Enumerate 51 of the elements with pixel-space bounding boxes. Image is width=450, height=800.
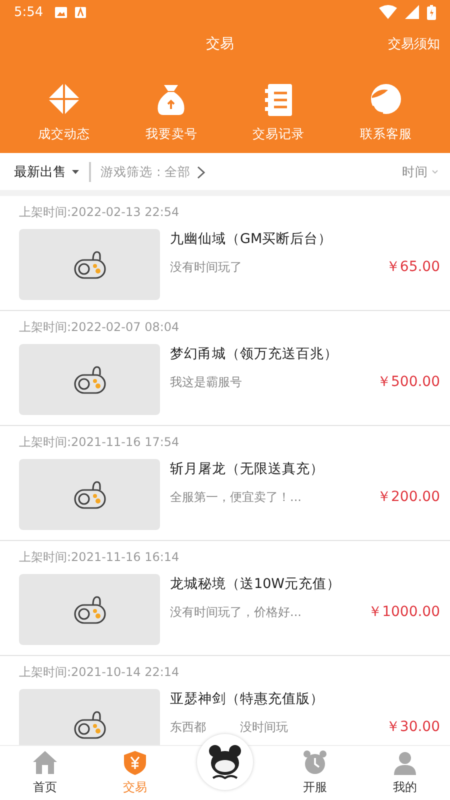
time-sort-dropdown[interactable]: 时间	[402, 164, 438, 180]
nav-tab[interactable]: 开服	[270, 746, 360, 800]
price: ￥200.00	[377, 488, 440, 506]
image-icon	[55, 6, 68, 18]
status-time: 5:54	[14, 4, 44, 20]
listing-description: 全服第一，便宜卖了！...	[170, 488, 302, 506]
person-icon	[392, 750, 418, 776]
listing-title[interactable]: 斩月屠龙（无限送真充）	[170, 460, 440, 478]
nav-tab[interactable]: 我的	[360, 746, 450, 800]
price: ￥500.00	[377, 373, 440, 391]
gamepad-icon	[72, 710, 106, 740]
thumbnail[interactable]	[19, 229, 160, 300]
listing-title[interactable]: 梦幻甬城（领万充送百兆）	[170, 345, 440, 363]
logo-button[interactable]	[197, 734, 253, 790]
listing-description: 没有时间玩了	[170, 258, 242, 276]
battery-icon	[427, 4, 436, 20]
price: ￥30.00	[386, 718, 440, 736]
listing-title[interactable]: 九幽仙域（GM买断后台）	[170, 230, 440, 248]
listing-description: 我这是霸服号	[170, 374, 242, 390]
listing-title[interactable]: 亚瑟神剑（特惠充值版）	[170, 690, 440, 708]
nav-tab[interactable]: 首页	[0, 746, 90, 800]
listing-time: 上架时间:2021-10-14 22:14	[19, 664, 180, 681]
listing-title[interactable]: 龙城秘境（送10W元充值）	[170, 575, 440, 593]
thumbnail[interactable]	[19, 344, 160, 415]
thumbnail[interactable]	[19, 689, 160, 745]
thumbnail[interactable]	[19, 574, 160, 645]
caret-icon	[432, 170, 438, 174]
gamepad-icon	[72, 480, 106, 510]
text-icon	[75, 6, 86, 18]
yen-shield-icon	[122, 750, 148, 776]
wifi-icon	[379, 5, 397, 19]
signal-icon	[405, 5, 419, 19]
listing-time: 上架时间:2022-02-07 08:04	[19, 319, 180, 336]
sort-dropdown[interactable]: 最新出售	[14, 163, 79, 181]
gamepad-icon	[72, 594, 106, 624]
price: ￥1000.00	[368, 603, 440, 621]
house-icon	[32, 750, 58, 776]
alarm-clock-icon	[302, 750, 328, 776]
caret-icon	[72, 170, 79, 174]
chevron-right-icon	[196, 166, 205, 178]
gamepad-icon	[72, 364, 106, 394]
gamepad-icon	[72, 250, 106, 280]
listing-description: 没有时间玩了，价格好...	[170, 604, 302, 620]
listing-description: 东西都	[170, 718, 206, 736]
listing-time: 上架时间:2021-11-16 16:14	[19, 549, 180, 566]
page-title: 交易	[205, 35, 235, 53]
listing-time: 上架时间:2021-11-16 17:54	[19, 434, 180, 451]
listing-time: 上架时间:2022-02-13 22:54	[19, 204, 180, 221]
thumbnail[interactable]	[19, 459, 160, 530]
price: ￥65.00	[386, 258, 440, 276]
listing-description: 没时间玩	[240, 718, 288, 736]
